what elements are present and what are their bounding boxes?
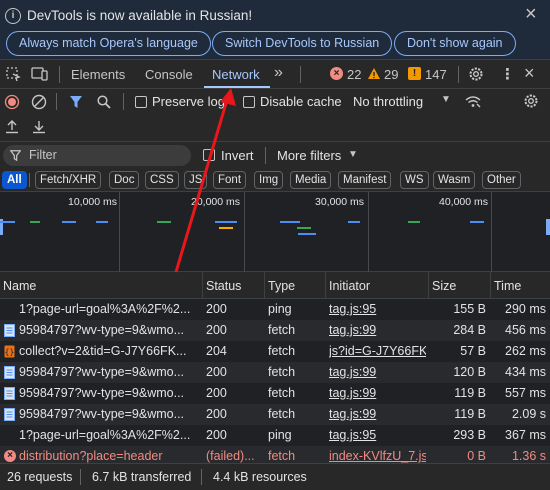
- annotation-arrow-head: [220, 88, 236, 106]
- annotation-arrow-shaft: [174, 99, 229, 273]
- annotation-arrow: [174, 88, 236, 273]
